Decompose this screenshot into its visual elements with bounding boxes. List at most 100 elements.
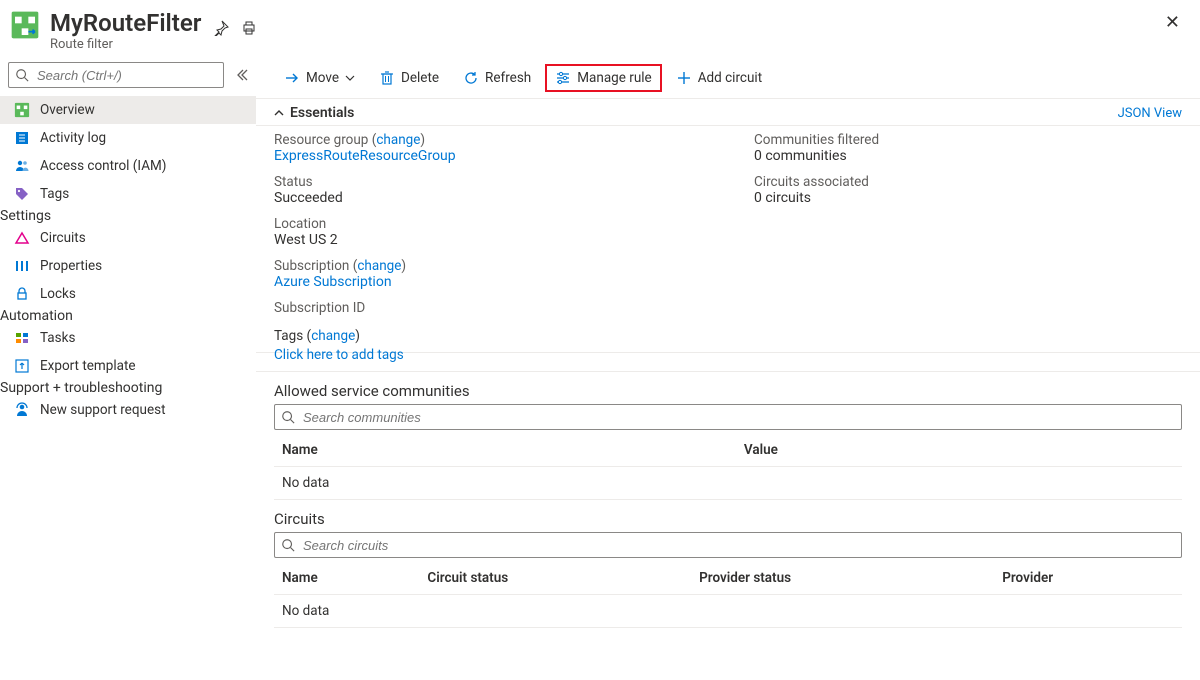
trash-icon [379, 70, 395, 86]
communities-filtered-value: 0 communities [754, 148, 1182, 164]
refresh-button[interactable]: Refresh [453, 64, 541, 92]
people-icon [14, 158, 30, 174]
add-tags-link[interactable]: Click here to add tags [274, 347, 404, 363]
sidebar-item-label: Export template [40, 358, 136, 374]
log-icon [14, 130, 30, 146]
command-bar: Move Delete Refresh Manage rule A [256, 58, 1200, 99]
communities-title: Allowed service communities [274, 382, 1182, 400]
sidebar-search-input[interactable] [35, 67, 217, 84]
sidebar-search[interactable] [8, 62, 224, 88]
move-label: Move [306, 70, 339, 86]
print-icon[interactable] [241, 15, 257, 31]
circuits-title: Circuits [274, 510, 1182, 528]
sidebar-item-label: Properties [40, 258, 102, 274]
location-value: West US 2 [274, 232, 754, 248]
export-icon [14, 358, 30, 374]
no-data-cell: No data [274, 467, 1182, 500]
sliders-icon [555, 70, 571, 86]
sidebar-item-tasks[interactable]: Tasks [0, 324, 256, 352]
delete-button[interactable]: Delete [369, 64, 449, 92]
sidebar-section-label: Automation [0, 308, 256, 324]
status-label: Status [274, 174, 754, 190]
circuits-search[interactable] [274, 532, 1182, 558]
sidebar-item-iam[interactable]: Access control (IAM) [0, 152, 256, 180]
circuits-section: Circuits NameCircuit statusProvider stat… [256, 500, 1200, 628]
no-data-cell: No data [274, 595, 1182, 628]
sidebar: Overview Activity log Access control (IAM)… [0, 58, 256, 680]
tag-icon [14, 186, 30, 202]
arrow-right-icon [284, 70, 300, 86]
change-tags-link[interactable]: change [311, 328, 355, 344]
sidebar-item-label: New support request [40, 402, 166, 418]
change-resource-group-link[interactable]: change [376, 132, 420, 148]
sidebar-item-label: Tags [40, 186, 69, 202]
resource-type-icon [10, 10, 40, 40]
communities-filtered-label: Communities filtered [754, 132, 1182, 148]
column-header[interactable]: Provider status [691, 562, 994, 595]
essentials-label: Essentials [290, 105, 354, 121]
column-header[interactable]: Name [274, 562, 419, 595]
collapse-sidebar-icon[interactable] [234, 67, 250, 83]
manage-rule-button[interactable]: Manage rule [545, 64, 661, 92]
chevron-up-icon [274, 108, 284, 118]
circuits-search-input[interactable] [301, 537, 1175, 554]
blade-header: MyRouteFilter Route filter ✕ [0, 0, 1200, 58]
lock-icon [14, 286, 30, 302]
sidebar-item-tags[interactable]: Tags [0, 180, 256, 208]
sidebar-item-circuits[interactable]: Circuits [0, 224, 256, 252]
delete-label: Delete [401, 70, 439, 86]
location-label: Location [274, 216, 754, 232]
change-subscription-link[interactable]: change [357, 258, 401, 274]
json-view-link[interactable]: JSON View [1118, 106, 1182, 121]
close-icon[interactable]: ✕ [1161, 10, 1184, 35]
sidebar-item-label: Access control (IAM) [40, 158, 167, 174]
chevron-down-icon [345, 73, 355, 83]
sidebar-item-locks[interactable]: Locks [0, 280, 256, 308]
column-header[interactable]: Provider [994, 562, 1182, 595]
communities-search-input[interactable] [301, 409, 1175, 426]
sidebar-item-overview[interactable]: Overview [0, 96, 256, 124]
plus-icon [676, 70, 692, 86]
move-button[interactable]: Move [274, 64, 365, 92]
add-circuit-button[interactable]: Add circuit [666, 64, 772, 92]
sidebar-item-label: Activity log [40, 130, 106, 146]
sidebar-item-support[interactable]: New support request [0, 396, 256, 424]
triangle-icon [14, 230, 30, 246]
search-icon [281, 538, 295, 552]
column-header[interactable]: Value [736, 434, 1182, 467]
tasks-icon [14, 330, 30, 346]
essentials-grid: Resource group (change) ExpressRouteReso… [256, 126, 1200, 326]
tags-label: Tags [274, 328, 303, 344]
column-header[interactable]: Circuit status [419, 562, 691, 595]
circuits-associated-label: Circuits associated [754, 174, 1182, 190]
communities-search[interactable] [274, 404, 1182, 430]
communities-section: Allowed service communities NameValue No… [256, 372, 1200, 500]
sidebar-item-activity[interactable]: Activity log [0, 124, 256, 152]
sidebar-item-label: Circuits [40, 230, 86, 246]
sidebar-item-properties[interactable]: Properties [0, 252, 256, 280]
status-value: Succeeded [274, 190, 754, 206]
search-icon [15, 68, 29, 82]
resource-group-value[interactable]: ExpressRouteResourceGroup [274, 148, 754, 164]
refresh-label: Refresh [485, 70, 531, 86]
sidebar-item-label: Tasks [40, 330, 75, 346]
subscription-id-label: Subscription ID [274, 300, 754, 316]
subscription-value[interactable]: Azure Subscription [274, 274, 754, 290]
support-icon [14, 402, 30, 418]
page-subtitle: Route filter [50, 37, 1161, 52]
communities-table: NameValue No data [274, 434, 1182, 500]
sidebar-item-export[interactable]: Export template [0, 352, 256, 380]
refresh-icon [463, 70, 479, 86]
column-header[interactable]: Name [274, 434, 736, 467]
sliders-icon [14, 258, 30, 274]
manage-rule-label: Manage rule [577, 70, 651, 86]
routefilter-icon [14, 102, 30, 118]
pin-icon[interactable] [213, 15, 229, 31]
circuits-associated-value: 0 circuits [754, 190, 1182, 206]
subscription-label: Subscription [274, 258, 349, 274]
circuits-table: NameCircuit statusProvider statusProvide… [274, 562, 1182, 628]
essentials-toggle[interactable]: Essentials [274, 105, 354, 121]
add-circuit-label: Add circuit [698, 70, 762, 86]
resource-group-label: Resource group [274, 132, 368, 148]
page-title: MyRouteFilter [50, 10, 201, 36]
